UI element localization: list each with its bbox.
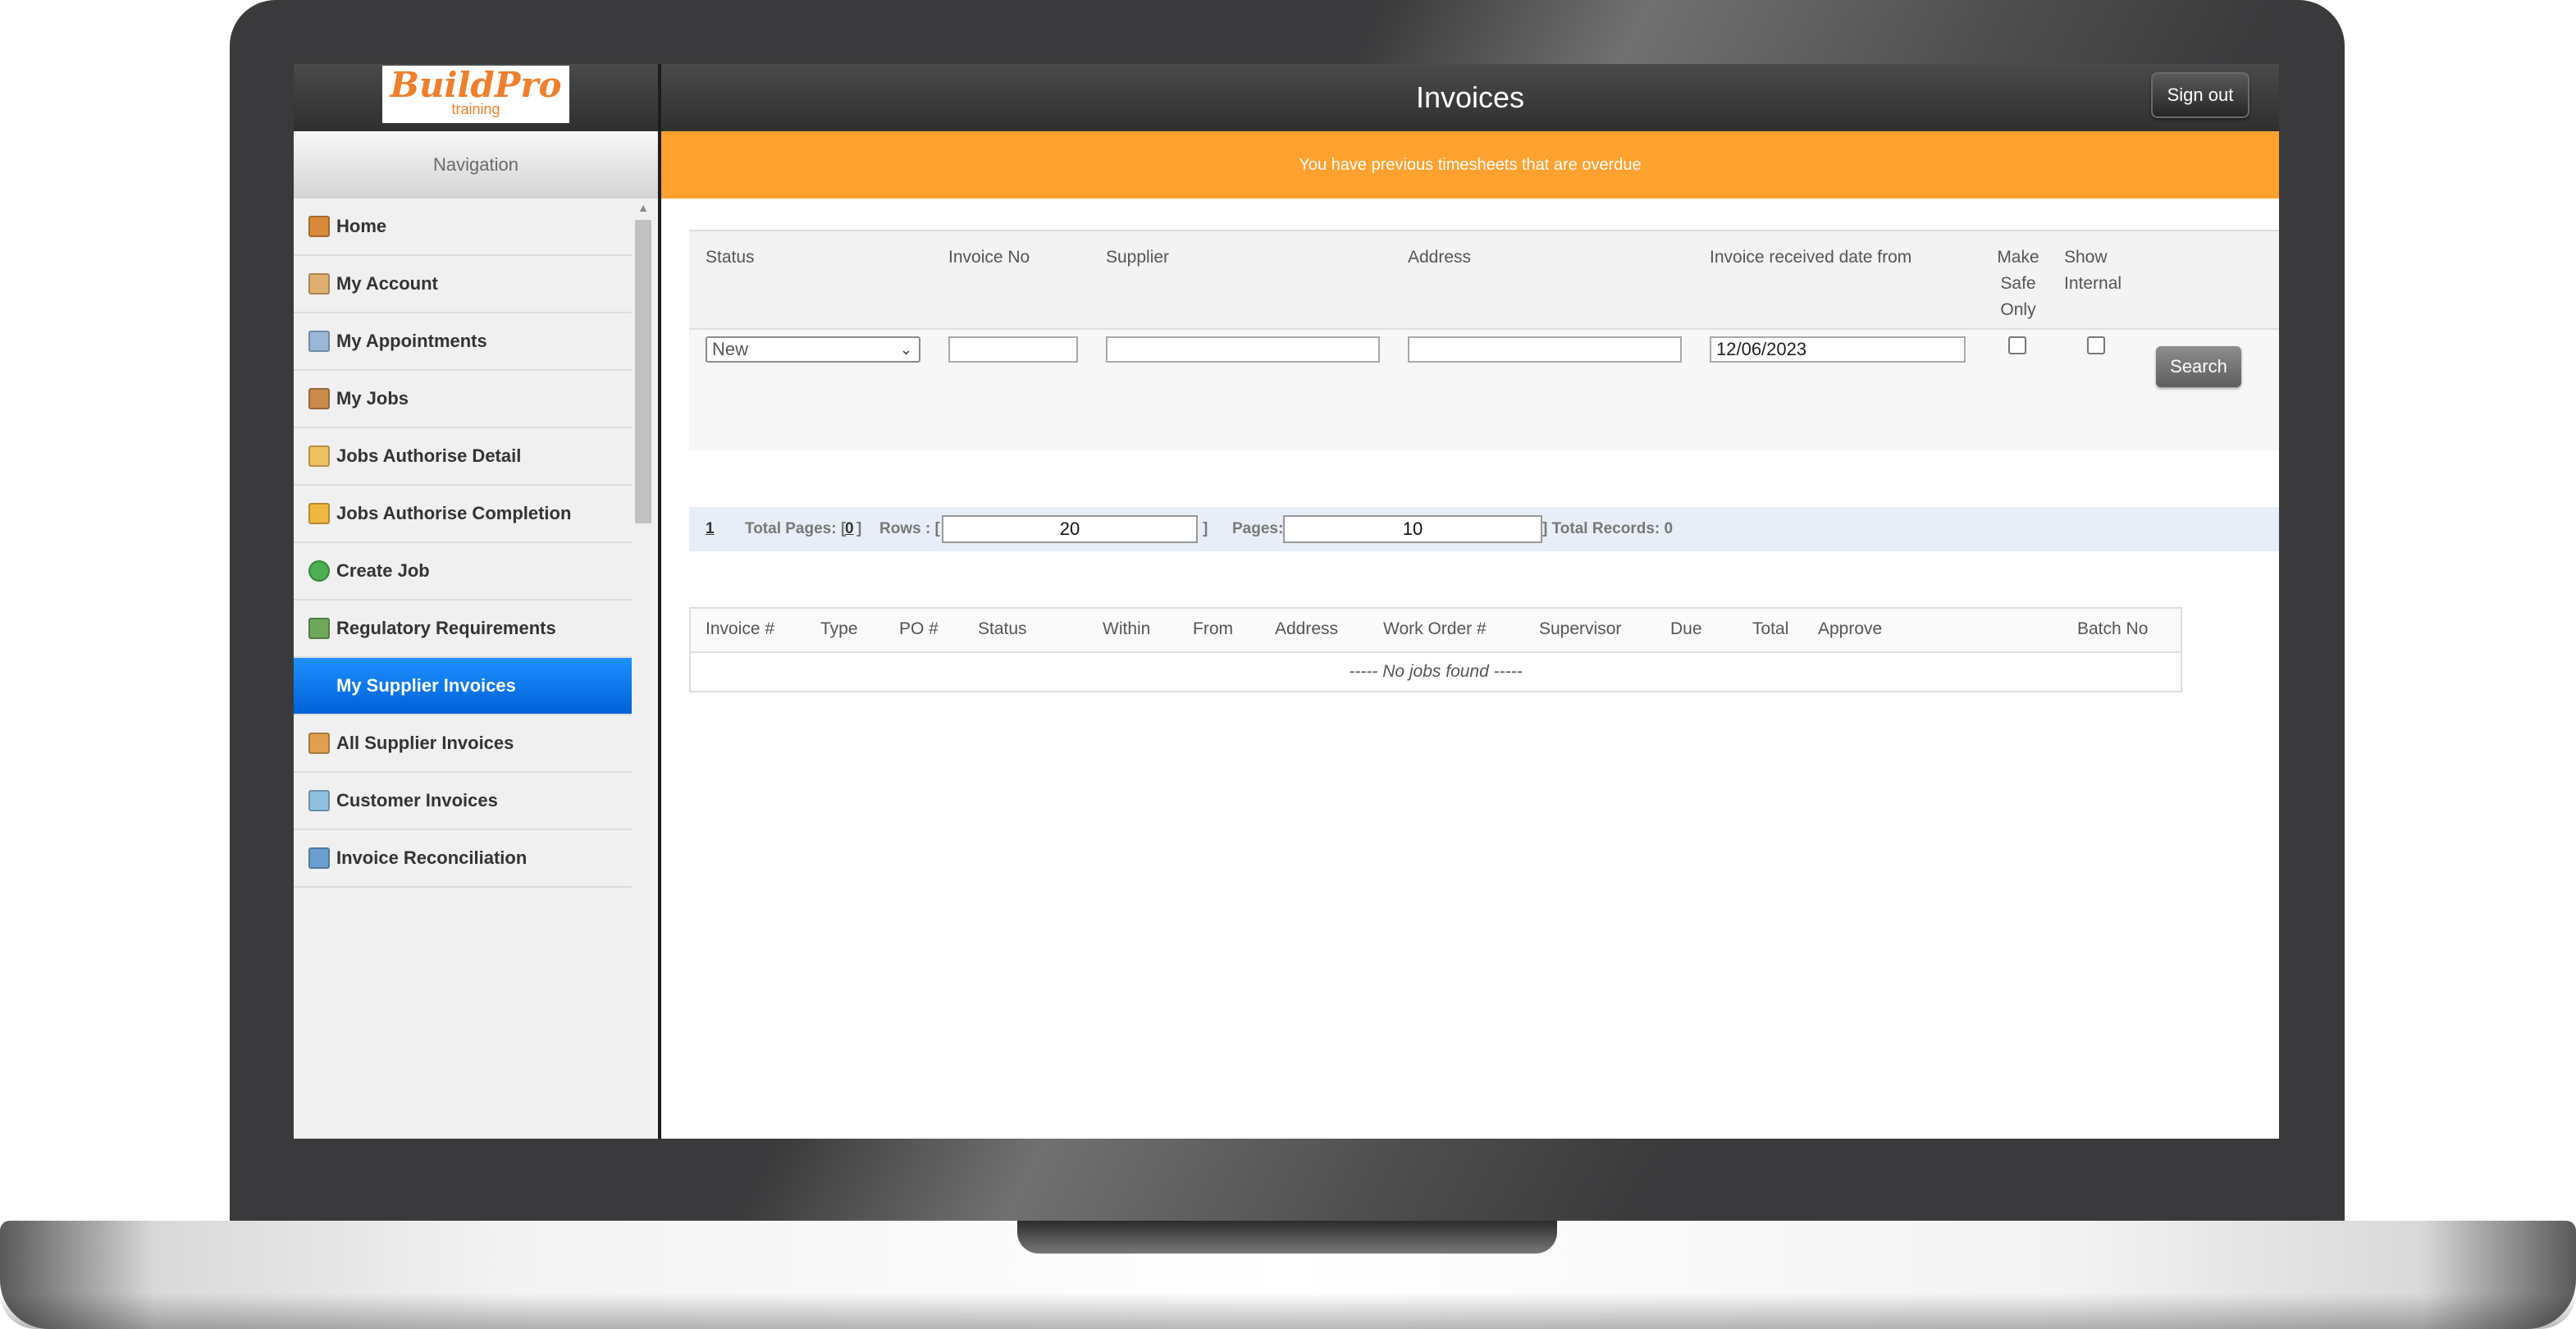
column-header-approve[interactable]: Approve	[1818, 609, 1882, 650]
logo-area: BuildPro training	[294, 64, 661, 131]
app-screen: BuildPro training Invoices Sign out Navi…	[294, 64, 2279, 1139]
received-date-label: Invoice received date from	[1710, 248, 1912, 267]
address-input[interactable]	[1408, 336, 1682, 363]
filter-labels-row: Status Invoice No Supplier Address Invoi…	[689, 231, 2279, 330]
column-header-invoice[interactable]: Invoice #	[706, 609, 774, 650]
sidebar-item-my-jobs[interactable]: My Jobs	[294, 371, 632, 428]
sidebar-scrollbar[interactable]: ▲	[633, 199, 653, 1139]
pager-bar: 1 Total Pages: [ 0 ] Rows : [ 20 ] Pages…	[689, 507, 2279, 551]
invoice-no-input[interactable]	[948, 336, 1078, 363]
sidebar-item-label: My Supplier Invoices	[336, 675, 516, 696]
column-header-from[interactable]: From	[1193, 609, 1233, 650]
rows-bracket: ]	[1203, 520, 1208, 537]
supplier-label: Supplier	[1106, 248, 1170, 267]
folder-check-icon	[308, 445, 330, 467]
filter-panel: Status Invoice No Supplier Address Invoi…	[689, 230, 2279, 451]
table-header: Invoice # Type PO # Status Within From A…	[691, 609, 2181, 653]
truck-icon	[308, 618, 330, 639]
pages-input[interactable]: 10	[1283, 515, 1542, 543]
invoice-no-label: Invoice No	[948, 248, 1030, 267]
column-header-status[interactable]: Status	[978, 609, 1027, 650]
sidebar-item-label: Home	[336, 216, 387, 236]
sidebar: Navigation Home My Account My Appointmen…	[294, 131, 661, 1139]
sidebar-item-customer-invoices[interactable]: Customer Invoices	[294, 773, 632, 830]
show-internal-label: Show Internal	[2064, 248, 2122, 293]
sidebar-item-label: My Jobs	[336, 388, 409, 409]
column-header-total[interactable]: Total	[1752, 609, 1788, 650]
sidebar-item-label: Customer Invoices	[336, 790, 498, 811]
status-select[interactable]: New ⌄	[706, 336, 920, 363]
rows-per-page-input[interactable]: 20	[942, 515, 1198, 543]
empty-results-message: ----- No jobs found -----	[1349, 662, 1523, 681]
logo-text: BuildPro	[390, 66, 562, 105]
received-date-input[interactable]: 12/06/2023	[1710, 336, 1966, 363]
column-header-type[interactable]: Type	[820, 609, 858, 650]
sidebar-item-label: Invoice Reconciliation	[336, 847, 528, 868]
column-header-work-order[interactable]: Work Order #	[1383, 609, 1487, 650]
sidebar-item-my-account[interactable]: My Account	[294, 256, 632, 313]
invoices-icon	[308, 733, 330, 754]
sidebar-item-label: All Supplier Invoices	[336, 733, 514, 753]
chevron-down-icon: ⌄	[899, 341, 912, 358]
worker-icon	[308, 388, 330, 409]
sidebar-item-regulatory-requirements[interactable]: Regulatory Requirements	[294, 601, 632, 658]
sidebar-item-all-supplier-invoices[interactable]: All Supplier Invoices	[294, 715, 632, 773]
column-header-po[interactable]: PO #	[899, 609, 939, 650]
make-safe-only-label: Make Safe Only	[1997, 248, 2039, 319]
status-select-value: New	[712, 339, 749, 359]
sidebar-item-label: My Account	[336, 273, 438, 294]
column-header-address[interactable]: Address	[1275, 609, 1338, 650]
status-label: Status	[706, 248, 755, 267]
ledger-icon	[308, 847, 330, 869]
sidebar-item-jobs-authorise-completion[interactable]: Jobs Authorise Completion	[294, 486, 632, 543]
sidebar-item-label: Create Job	[336, 560, 430, 581]
search-button[interactable]: Search	[2156, 346, 2241, 387]
header-bar: Invoices Sign out	[661, 64, 2279, 131]
show-internal-checkbox[interactable]	[2087, 336, 2105, 354]
sidebar-item-my-appointments[interactable]: My Appointments	[294, 313, 632, 371]
house-icon	[308, 216, 330, 237]
sidebar-item-jobs-authorise-detail[interactable]: Jobs Authorise Detail	[294, 428, 632, 486]
buildpro-logo[interactable]: BuildPro training	[382, 66, 569, 123]
sidebar-item-create-job[interactable]: Create Job	[294, 543, 632, 601]
sidebar-item-my-supplier-invoices[interactable]: My Supplier Invoices	[294, 658, 632, 715]
total-records-label: ] Total Records: 0	[1542, 520, 1674, 537]
make-safe-only-checkbox[interactable]	[2008, 336, 2026, 354]
sidebar-item-home[interactable]: Home	[294, 199, 632, 256]
supplier-input[interactable]	[1106, 336, 1380, 363]
scroll-thumb[interactable]	[635, 220, 651, 523]
nav-list: Home My Account My Appointments My Jobs …	[294, 199, 632, 888]
page-title: Invoices	[1415, 80, 1525, 114]
folder-pencil-icon	[308, 503, 330, 524]
rows-label: Rows : [	[879, 520, 940, 537]
invoice-results-table: Invoice # Type PO # Status Within From A…	[689, 607, 2182, 692]
sidebar-item-label: Jobs Authorise Completion	[336, 503, 572, 523]
overdue-alert-banner: You have previous timesheets that are ov…	[661, 131, 2279, 199]
column-header-supervisor[interactable]: Supervisor	[1539, 609, 1621, 650]
add-circle-icon	[308, 560, 330, 582]
sidebar-item-label: Jobs Authorise Detail	[336, 445, 522, 466]
laptop-hinge-notch	[1017, 1221, 1557, 1254]
column-header-within[interactable]: Within	[1103, 609, 1150, 650]
main-content: You have previous timesheets that are ov…	[661, 131, 2279, 1139]
scroll-up-arrow-icon[interactable]: ▲	[633, 199, 653, 217]
total-pages-label: Total Pages: [	[745, 520, 847, 537]
user-key-icon	[308, 273, 330, 295]
column-header-due[interactable]: Due	[1670, 609, 1702, 650]
column-header-batch-no[interactable]: Batch No	[2077, 609, 2148, 650]
laptop-base-shadow	[0, 1293, 2576, 1329]
total-pages-value[interactable]: 0	[845, 507, 854, 551]
page-link-current[interactable]: 1	[706, 507, 715, 551]
sign-out-button[interactable]: Sign out	[2151, 72, 2249, 118]
sidebar-item-invoice-reconciliation[interactable]: Invoice Reconciliation	[294, 830, 632, 888]
sidebar-item-label: My Appointments	[336, 331, 487, 351]
calendar-icon	[308, 331, 330, 352]
sidebar-item-label: Regulatory Requirements	[336, 618, 556, 638]
address-label: Address	[1408, 248, 1472, 267]
navigation-header: Navigation	[294, 131, 658, 199]
document-icon	[308, 790, 330, 811]
total-pages-bracket: ]	[856, 520, 862, 537]
